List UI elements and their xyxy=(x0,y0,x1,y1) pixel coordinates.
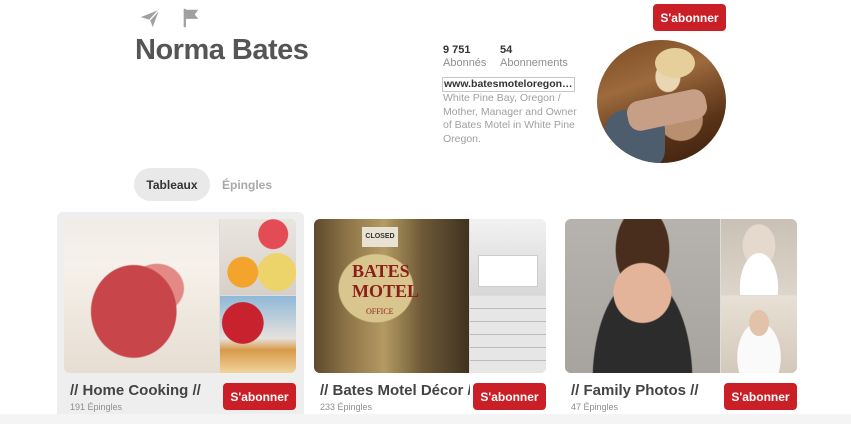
bottom-divider xyxy=(0,414,851,424)
flag-icon[interactable] xyxy=(180,7,202,29)
send-icon[interactable] xyxy=(139,7,161,29)
followers-count: 9 751 xyxy=(443,44,471,56)
board-subscribe-button[interactable]: S'abonner xyxy=(223,383,296,410)
board-cover-home-cooking[interactable] xyxy=(64,219,296,373)
profile-bio: White Pine Bay, Oregon / Mother, Manager… xyxy=(443,92,577,145)
board-pin-count: 233 Épingles xyxy=(320,402,373,412)
board-subscribe-button[interactable]: S'abonner xyxy=(724,383,797,410)
board-title[interactable]: // Bates Motel Décor // xyxy=(320,382,470,399)
subscribe-button[interactable]: S'abonner xyxy=(653,4,726,31)
board-pin-count: 47 Épingles xyxy=(571,402,619,412)
following-count: 54 xyxy=(500,44,513,56)
tab-boards[interactable]: Tableaux xyxy=(134,168,210,201)
following-label: Abonnements xyxy=(500,57,568,69)
tab-pins[interactable]: Épingles xyxy=(212,168,282,201)
board-title[interactable]: // Family Photos // xyxy=(571,382,721,399)
board-subscribe-button[interactable]: S'abonner xyxy=(473,383,546,410)
profile-name: Norma Bates xyxy=(135,34,309,66)
avatar xyxy=(597,40,726,163)
board-cover-bates-motel-decor[interactable]: BATES MOTEL OFFICE CLOSED xyxy=(314,219,546,373)
board-cover-family-photos[interactable] xyxy=(565,219,797,373)
followers-label: Abonnés xyxy=(443,57,487,69)
website-link[interactable]: www.batesmoteloregon.com xyxy=(442,77,575,92)
board-title[interactable]: // Home Cooking // xyxy=(70,382,220,399)
board-pin-count: 191 Épingles xyxy=(70,402,123,412)
